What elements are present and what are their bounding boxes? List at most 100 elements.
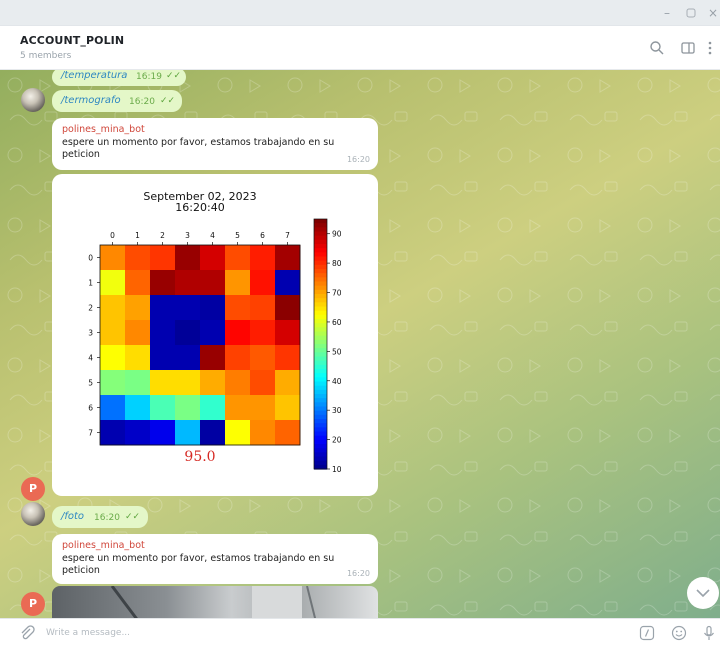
x-tick-label: 3 <box>185 231 190 240</box>
sidebar-toggle-icon <box>681 42 695 54</box>
command-link[interactable]: /foto <box>61 511 84 522</box>
chart-title: 16:20:40 <box>175 201 224 214</box>
colorbar-segment <box>314 306 327 312</box>
colorbar-segment <box>314 435 327 441</box>
colorbar-segment <box>314 331 327 337</box>
heatmap-cell <box>175 420 201 446</box>
outgoing-message[interactable]: /termografo 16:20 ✓✓ <box>52 90 182 112</box>
user-avatar[interactable] <box>21 502 45 526</box>
heatmap-cell <box>250 270 276 296</box>
colorbar-tick-label: 90 <box>332 230 342 239</box>
heatmap-cell <box>125 245 151 271</box>
colorbar-segment <box>314 323 327 328</box>
outgoing-message[interactable]: /temperatura 16:19 ✓✓ <box>52 70 186 86</box>
heatmap-cell <box>125 420 151 446</box>
outgoing-message[interactable]: /foto 16:20 ✓✓ <box>52 506 148 528</box>
heatmap-cell <box>225 245 251 271</box>
colorbar-segment <box>314 298 327 303</box>
y-tick-label: 5 <box>88 379 93 388</box>
incoming-message[interactable]: polines_mina_bot espere un momento por f… <box>52 118 378 170</box>
emoji-icon <box>671 625 687 641</box>
colorbar-segment <box>314 373 327 378</box>
heatmap-cell <box>100 295 126 321</box>
attach-button[interactable] <box>18 624 36 642</box>
heatmap-cell <box>275 295 301 321</box>
heatmap-cell <box>225 295 251 321</box>
command-link[interactable]: /temperatura <box>61 70 127 81</box>
colorbar-segment <box>314 394 327 399</box>
command-link[interactable]: /termografo <box>61 95 121 106</box>
close-button[interactable]: × <box>704 4 720 22</box>
heatmap-cell <box>150 395 176 421</box>
sender-name[interactable]: polines_mina_bot <box>62 124 145 135</box>
scroll-to-bottom-button[interactable] <box>687 577 719 609</box>
chevron-down-icon <box>696 589 710 598</box>
colorbar-segment <box>314 239 327 245</box>
photo-message[interactable]: September 02, 2023 16:20:40 0 1 2 3 4 5 6 7 0 1 2 3 4 5… <box>52 174 378 496</box>
heatmap-cell <box>150 420 176 446</box>
emoji-button[interactable] <box>670 624 688 642</box>
photo-message-preview[interactable] <box>52 586 378 618</box>
colorbar-segment <box>314 431 327 437</box>
maximize-icon <box>686 8 696 18</box>
bot-avatar[interactable]: P <box>21 477 45 501</box>
colorbar-segment <box>314 460 327 466</box>
colorbar-segment <box>314 285 327 291</box>
incoming-message[interactable]: polines_mina_bot espere un momento por f… <box>52 534 378 584</box>
colorbar-segment <box>314 427 327 433</box>
heatmap-cell <box>250 245 276 271</box>
message-time: 16:20 <box>129 97 155 107</box>
colorbar-segment <box>314 219 327 224</box>
colorbar-segment <box>314 444 327 449</box>
colorbar-segment <box>314 352 327 358</box>
heatmap-chart[interactable]: September 02, 202316:20:400 1 2 3 4 5 6 7012345… <box>52 174 378 496</box>
colorbar-segment <box>314 277 327 283</box>
colorbar-tick-label: 50 <box>332 347 342 356</box>
message-input[interactable] <box>46 625 606 641</box>
colorbar-tick-label: 60 <box>332 318 342 327</box>
user-avatar[interactable] <box>21 88 45 112</box>
heatmap-cell <box>125 270 151 296</box>
chat-title[interactable]: ACCOUNT_POLIN <box>20 34 124 47</box>
heatmap-cell <box>250 420 276 446</box>
heatmap-cell <box>150 245 176 271</box>
colorbar-segment <box>314 356 327 362</box>
x-tick-label: 7 <box>285 231 290 240</box>
heatmap-cell <box>225 420 251 446</box>
message-time: 16:20 <box>346 569 370 578</box>
colorbar-tick-label: 70 <box>332 289 342 298</box>
colorbar-segment <box>314 414 327 420</box>
heatmap-cell <box>200 420 226 446</box>
heatmap-cell <box>100 420 126 446</box>
x-tick-label: 4 <box>210 231 215 240</box>
voice-button[interactable] <box>700 624 718 642</box>
bot-avatar[interactable]: P <box>21 592 45 616</box>
heatmap-cell <box>250 295 276 321</box>
heatmap-cell <box>200 370 226 396</box>
search-button[interactable] <box>648 39 666 57</box>
commands-button[interactable] <box>638 624 656 642</box>
heatmap-cell <box>275 245 301 271</box>
max-temperature-label: 95.0 <box>184 449 215 465</box>
sender-name[interactable]: polines_mina_bot <box>62 540 145 551</box>
heatmap-cell <box>275 370 301 396</box>
more-button[interactable] <box>704 39 716 57</box>
attach-icon <box>21 625 35 640</box>
heatmap-cell <box>275 320 301 346</box>
minimize-button[interactable]: – <box>658 4 676 22</box>
sidebar-toggle-button[interactable] <box>679 39 697 57</box>
heatmap-cell <box>150 295 176 321</box>
heatmap-cell <box>125 320 151 346</box>
heatmap-cell <box>225 370 251 396</box>
y-tick-label: 3 <box>88 329 93 338</box>
colorbar-tick-label: 40 <box>332 377 342 386</box>
colorbar-segment <box>314 348 327 353</box>
double-check-icon: ✓✓ <box>166 71 182 81</box>
chat-message-area[interactable]: /temperatura 16:19 ✓✓ /termografo 16:20 … <box>0 70 720 618</box>
colorbar-segment <box>314 256 327 262</box>
colorbar-tick-label: 30 <box>332 406 342 415</box>
heatmap-cell <box>200 295 226 321</box>
heatmap-cell <box>150 320 176 346</box>
colorbar-segment <box>314 273 327 278</box>
maximize-button[interactable] <box>682 4 700 22</box>
